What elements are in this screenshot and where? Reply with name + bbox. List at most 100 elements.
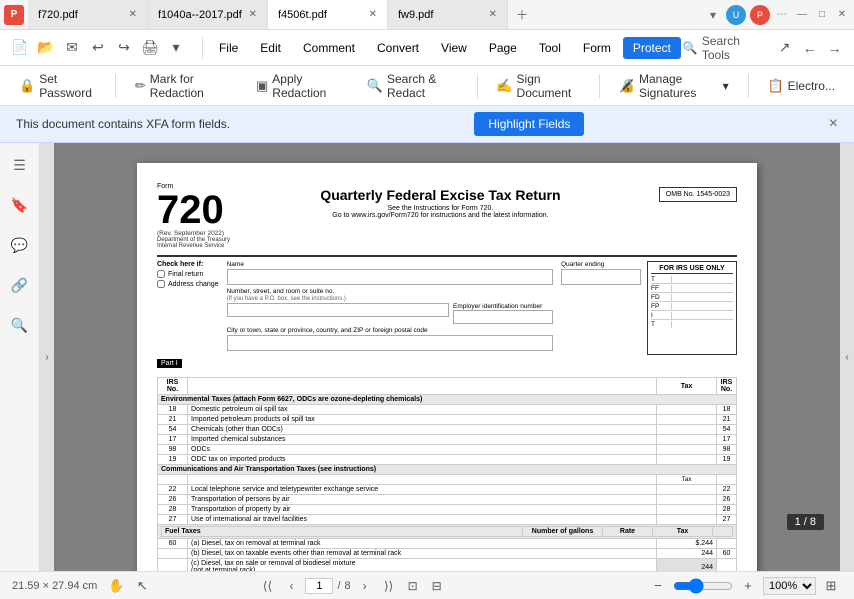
pdf-viewer[interactable]: Form 720 (Rev. September 2022) Departmen…: [54, 143, 840, 571]
open-file-icon[interactable]: 📂: [34, 36, 58, 60]
menu-more-button[interactable]: ⋯: [774, 7, 790, 23]
col-num-header: IRS No.: [717, 378, 737, 395]
highlight-fields-button[interactable]: Highlight Fields: [474, 112, 584, 136]
mark-redaction-button[interactable]: ✏ Mark for Redaction: [124, 67, 241, 105]
menu-home[interactable]: File: [209, 37, 248, 59]
menu-tool[interactable]: Tool: [529, 37, 571, 59]
po-note: (If you have a P.O. box, see the instruc…: [227, 296, 553, 302]
tab-add-button[interactable]: ＋: [508, 0, 536, 29]
city-field[interactable]: [227, 335, 553, 351]
search-redact-button[interactable]: 🔍 Search & Redact: [356, 67, 469, 105]
manage-signatures-button[interactable]: 🔏 Manage Signatures ▾: [608, 67, 740, 105]
tab-fw9-label: fw9.pdf: [398, 9, 433, 21]
fit-width-button[interactable]: ⊟: [427, 576, 447, 596]
search-redact-label: Search & Redact: [387, 72, 458, 100]
right-panel-toggle[interactable]: ‹: [840, 143, 854, 571]
page-separator: /: [337, 580, 340, 592]
sign-document-button[interactable]: ✍ Sign Document: [485, 67, 591, 105]
address-field[interactable]: [227, 303, 449, 317]
apply-redaction-button[interactable]: ▣ Apply Redaction: [245, 67, 352, 105]
menu-protect[interactable]: Protect: [623, 37, 681, 59]
tab-f720-close[interactable]: ✕: [129, 9, 137, 20]
main-area: ☰ 🔖 💬 🔗 🔍 › Form 720 (Rev. September 202…: [0, 143, 854, 571]
print-down-icon[interactable]: ▾: [164, 36, 188, 60]
hand-tool-button[interactable]: ✋: [105, 575, 127, 597]
table-row: 21Imported petroleum products oil spill …: [158, 415, 737, 425]
sidebar-menu-icon[interactable]: ☰: [6, 151, 34, 179]
tab-fw9[interactable]: fw9.pdf ✕: [388, 0, 508, 29]
final-return-label: Final return: [168, 271, 203, 278]
cursor-tool-button[interactable]: ↖: [131, 575, 153, 597]
tab-f4506t-close[interactable]: ✕: [369, 9, 377, 20]
minimize-button[interactable]: —: [794, 7, 810, 23]
ein-field[interactable]: [453, 310, 553, 324]
last-page-button[interactable]: ⟩⟩: [379, 576, 399, 596]
set-password-label: Set Password: [39, 72, 96, 100]
email-icon[interactable]: ✉: [60, 36, 84, 60]
page-badge-container: 1 / 8: [787, 514, 824, 530]
first-page-button[interactable]: ⟨⟨: [257, 576, 277, 596]
redo-icon[interactable]: ↪: [112, 36, 136, 60]
sidebar-link-icon[interactable]: 🔗: [6, 271, 34, 299]
undo-icon[interactable]: ↩: [86, 36, 110, 60]
menu-bar: 📄 📂 ✉ ↩ ↪ 🖨 ▾ File Edit Comment Convert …: [0, 30, 854, 66]
tab-f4506t[interactable]: f4506t.pdf ✕: [268, 0, 388, 29]
zoom-level-select[interactable]: 50% 75% 100% 125% 150% 200%: [763, 577, 816, 595]
prev-page-button[interactable]: ‹: [281, 576, 301, 596]
toolbar-separator-2: [477, 74, 478, 98]
search-tools-button[interactable]: 🔍 Search Tools: [683, 34, 767, 62]
irs-row-ff: FF: [651, 285, 733, 293]
page-badge: 1 / 8: [787, 514, 824, 530]
new-file-icon[interactable]: 📄: [8, 36, 32, 60]
pdf-page: Form 720 (Rev. September 2022) Departmen…: [137, 163, 757, 571]
app-icon: P: [4, 5, 24, 25]
electronic-button[interactable]: 📋 Electro...: [756, 73, 846, 99]
fit-page-button[interactable]: ⊡: [403, 576, 423, 596]
menu-form[interactable]: Form: [573, 37, 621, 59]
set-password-button[interactable]: 🔒 Set Password: [8, 67, 107, 105]
name-field[interactable]: [227, 269, 553, 285]
table-row: (c) Diesel, tax on sale or removal of bi…: [158, 559, 737, 572]
irs-row-t1: T: [651, 276, 733, 284]
banner-close-button[interactable]: ×: [829, 115, 838, 133]
user-avatar[interactable]: U: [726, 5, 746, 25]
next-page-button[interactable]: ›: [355, 576, 375, 596]
tab-f720[interactable]: f720.pdf ✕: [28, 0, 148, 29]
left-panel-toggle[interactable]: ›: [40, 143, 54, 571]
tab-fw9-close[interactable]: ✕: [489, 9, 497, 20]
col-desc-header: [188, 378, 657, 395]
sidebar-search-icon[interactable]: 🔍: [6, 311, 34, 339]
quarter-ending-field[interactable]: [561, 269, 641, 285]
mark-redaction-label: Mark for Redaction: [150, 72, 230, 100]
close-button[interactable]: ✕: [834, 7, 850, 23]
page-number-input[interactable]: [305, 578, 333, 594]
sidebar-bookmark-icon[interactable]: 🔖: [6, 191, 34, 219]
final-return-checkbox[interactable]: [157, 270, 165, 278]
app-avatar[interactable]: P: [750, 5, 770, 25]
cursor-tools: ✋ ↖: [105, 575, 153, 597]
zoom-in-button[interactable]: +: [737, 575, 759, 597]
print-icon[interactable]: 🖨: [138, 36, 162, 60]
manage-signatures-label: Manage Signatures: [639, 72, 719, 100]
tab-f1040-close[interactable]: ✕: [249, 9, 257, 20]
menu-comment[interactable]: Comment: [293, 37, 365, 59]
electro-icon: 📋: [767, 78, 783, 94]
menu-page[interactable]: Page: [479, 37, 527, 59]
city-label: City or town, state or province, country…: [227, 327, 553, 334]
tab-overflow-button[interactable]: ▾: [704, 8, 722, 22]
comm-tax-header: Communications and Air Transportation Ta…: [158, 465, 737, 475]
menu-edit[interactable]: Edit: [250, 37, 291, 59]
menu-convert[interactable]: Convert: [367, 37, 429, 59]
col-tax-header: Tax: [657, 378, 717, 395]
menu-view[interactable]: View: [431, 37, 477, 59]
zoom-out-button[interactable]: −: [647, 575, 669, 597]
tab-f1040[interactable]: f1040a--2017.pdf ✕: [148, 0, 268, 29]
back-icon[interactable]: ←: [798, 36, 821, 60]
fit-mode-button[interactable]: ⊞: [820, 575, 842, 597]
sidebar-comment-icon[interactable]: 💬: [6, 231, 34, 259]
maximize-button[interactable]: □: [814, 7, 830, 23]
forward-icon[interactable]: →: [823, 36, 846, 60]
zoom-slider[interactable]: [673, 578, 733, 594]
address-change-checkbox[interactable]: [157, 280, 165, 288]
share-icon[interactable]: ↗: [773, 36, 796, 60]
